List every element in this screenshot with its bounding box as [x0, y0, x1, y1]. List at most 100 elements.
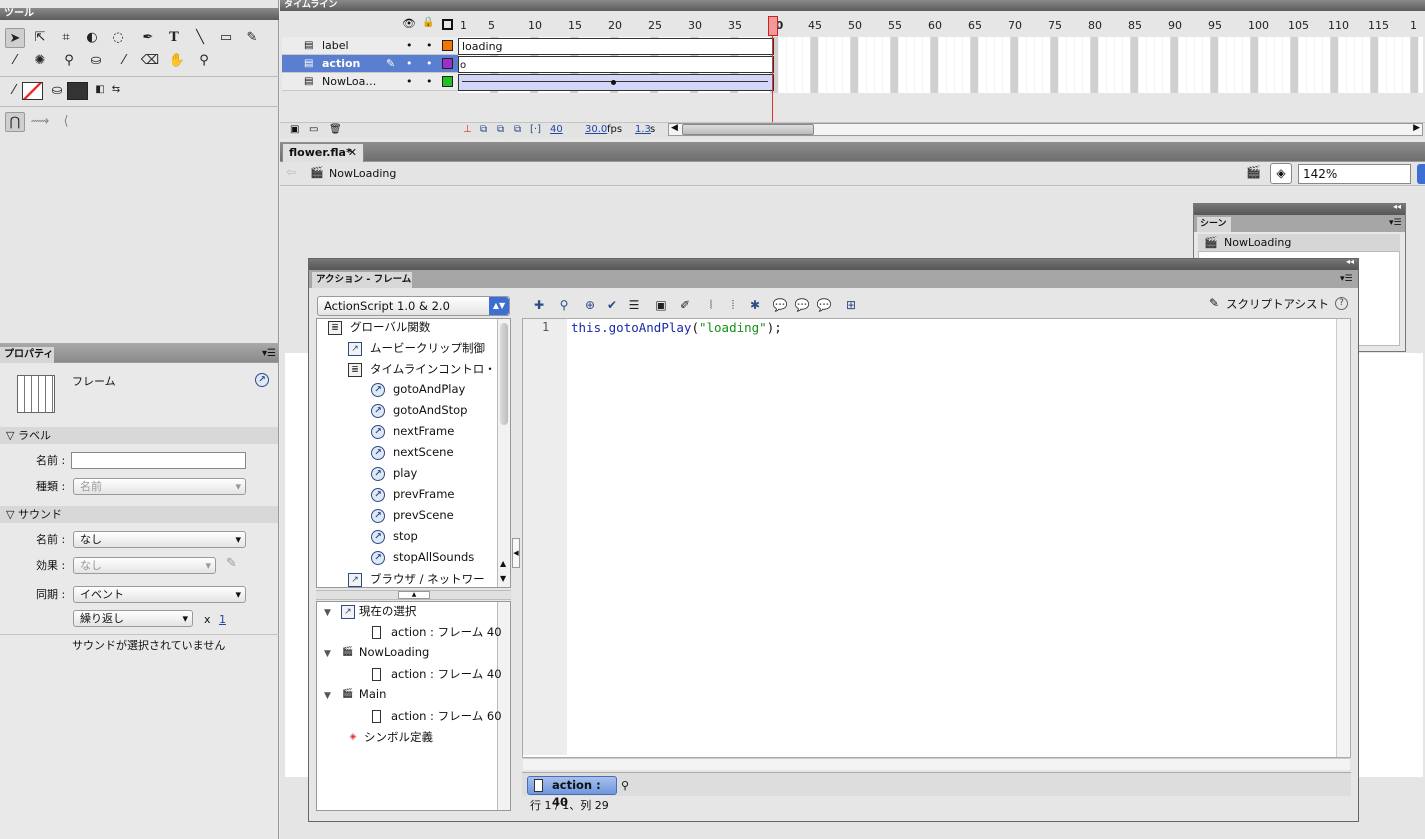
stroke-color-icon[interactable]: ⁄	[4, 81, 24, 101]
action-item[interactable]: ↗ nextFrame	[371, 424, 454, 439]
sound-section-header[interactable]: ▽ サウンド	[0, 506, 278, 523]
navigator-frame-item[interactable]: action : フレーム 40	[372, 666, 502, 682]
lock-dot[interactable]: •	[426, 55, 433, 73]
expand-triangle-icon[interactable]: ▼	[324, 608, 331, 618]
layer-row-action[interactable]: ▤ action ✎ • •	[282, 55, 458, 73]
layer-row-nowloading[interactable]: ▤ NowLoa… • •	[282, 73, 458, 91]
navigator-node[interactable]: ▼ ↗ 現在の選択	[324, 603, 416, 619]
help-icon[interactable]: ?	[1335, 297, 1348, 310]
navigator-node[interactable]: ▼ 🎬 NowLoading	[324, 645, 429, 660]
pin-script-icon[interactable]: ⚲	[621, 779, 629, 792]
fill-color-icon[interactable]: ⛀	[47, 81, 67, 101]
collapse-icon[interactable]: ◂◂	[1346, 257, 1354, 266]
splitter-grip-icon[interactable]: ▲	[398, 591, 430, 599]
layer-color-swatch[interactable]	[442, 40, 453, 51]
effect-select[interactable]: なし ▾	[73, 557, 216, 574]
navigator-frame-item[interactable]: action : フレーム 60	[372, 708, 502, 724]
apply-line-comment-icon[interactable]: 💬	[794, 297, 810, 313]
layer-color-swatch[interactable]	[442, 76, 453, 87]
action-item[interactable]: ↗ nextScene	[371, 445, 454, 460]
script-tab[interactable]: action : 40	[527, 776, 617, 809]
center-frame-icon[interactable]: ⊥	[463, 124, 472, 135]
script-assist-wand-icon[interactable]: ✎	[1209, 296, 1219, 310]
swap-colors-icon[interactable]: ⇆	[106, 80, 126, 100]
lock-dot[interactable]: •	[426, 37, 433, 55]
eraser-tool-icon[interactable]: ⌫	[140, 51, 160, 71]
elapsed-time[interactable]: 1.3	[635, 124, 651, 135]
action-item[interactable]: ↗ prevFrame	[371, 487, 455, 502]
scroll-down-icon[interactable]: ▼	[500, 574, 506, 583]
nowloading-layer-tween[interactable]	[458, 74, 774, 91]
label-layer-frames[interactable]	[458, 38, 774, 55]
properties-tab[interactable]: プロパティ	[0, 347, 54, 363]
toolbox-collapse-handle[interactable]: ◀	[512, 538, 520, 568]
paint-bucket-tool-icon[interactable]: ⛀	[86, 51, 106, 71]
snap-to-objects-icon[interactable]: ⋂	[5, 112, 25, 132]
scroll-thumb[interactable]	[682, 124, 814, 135]
pane-splitter[interactable]: ▲	[316, 590, 511, 600]
add-statement-icon[interactable]: ✚	[531, 297, 547, 313]
version-select[interactable]: ActionScript 1.0 & 2.0 ▲▼	[317, 296, 510, 316]
help-link-icon[interactable]: ↗	[255, 373, 269, 387]
smooth-icon[interactable]: ⟿	[30, 112, 50, 132]
toolbox-category[interactable]: ↗ ブラウザ / ネットワー	[348, 571, 485, 587]
toolbox-category[interactable]: ≣ タイムラインコントロ・	[348, 361, 496, 377]
repeat-count[interactable]: 1	[219, 611, 226, 628]
edit-multiple-icon[interactable]: ⧉	[514, 124, 521, 135]
playhead-marker[interactable]	[768, 16, 778, 36]
scroll-right-icon[interactable]: ▶	[1413, 123, 1420, 133]
action-item[interactable]: ↗ gotoAndStop	[371, 403, 467, 418]
repeat-select[interactable]: 繰り返し ▾	[73, 610, 193, 627]
edit-envelope-icon[interactable]: ✎	[226, 556, 237, 571]
panel-menu-icon[interactable]: ▾☰	[1340, 274, 1353, 284]
zoom-tool-icon[interactable]: ⚲	[194, 51, 214, 71]
new-folder-icon[interactable]: ▭	[309, 124, 318, 135]
scroll-left-icon[interactable]: ◀	[671, 123, 678, 133]
collapse-selection-icon[interactable]: ⦙	[725, 297, 741, 313]
show-code-hint-icon[interactable]: ▣	[653, 297, 669, 313]
navigator-node[interactable]: ▼ 🎬 Main	[324, 687, 386, 702]
action-item[interactable]: ↗ stop	[371, 529, 418, 544]
label-section-header[interactable]: ▽ ラベル	[0, 427, 278, 444]
action-layer-frames[interactable]	[458, 56, 774, 73]
navigator-node[interactable]: ◈ シンボル定義	[346, 729, 433, 745]
document-tab[interactable]: flower.fla* ✕	[282, 143, 364, 162]
stroke-color-swatch[interactable]	[22, 82, 43, 100]
collapse-icon[interactable]: ◂◂	[1393, 202, 1401, 211]
expand-triangle-icon[interactable]: ▼	[324, 691, 331, 701]
delete-layer-icon[interactable]: 🗑	[329, 124, 342, 135]
insert-target-path-icon[interactable]: ⊕	[582, 297, 598, 313]
toolbox-category[interactable]: ≣ グローバル関数	[328, 319, 430, 335]
bone-tool-icon[interactable]: ⚲	[59, 51, 79, 71]
frame-name-input[interactable]	[71, 452, 246, 469]
onion-skin-icon[interactable]: ⧉	[480, 124, 487, 135]
navigator-frame-item[interactable]: action : フレーム 40	[372, 624, 502, 640]
scroll-up-icon[interactable]: ▲	[500, 559, 506, 568]
frame-ruler[interactable]: 1510152025303540455055606570758085909510…	[0, 0, 1425, 36]
close-icon[interactable]: ✕	[348, 144, 357, 161]
action-item[interactable]: ↗ play	[371, 466, 417, 481]
debug-options-icon[interactable]: ✐	[677, 297, 693, 313]
eyedropper-tool-icon[interactable]: ⁄	[114, 51, 134, 71]
editor-hscrollbar[interactable]	[523, 758, 1350, 770]
layer-color-swatch[interactable]	[442, 58, 453, 69]
zoom-stepper[interactable]	[1417, 164, 1425, 184]
expand-triangle-icon[interactable]: ▼	[324, 649, 331, 659]
kind-select[interactable]: 名前 ▾	[73, 478, 246, 495]
scene-panel-titlebar[interactable]: ◂◂	[1194, 202, 1405, 215]
script-editor[interactable]	[522, 318, 1351, 758]
scene-tab[interactable]: シーン	[1197, 217, 1231, 232]
fps-value[interactable]: 30.0	[585, 124, 607, 135]
zoom-input[interactable]: 142%	[1298, 164, 1411, 184]
new-layer-icon[interactable]: ▣	[290, 124, 299, 135]
brush-tool-icon[interactable]: ⁄	[5, 51, 25, 71]
visibility-dot[interactable]: •	[406, 55, 413, 73]
onion-outline-icon[interactable]: ⧉	[497, 124, 504, 135]
show-hide-toolbox-icon[interactable]: ⊞	[843, 297, 859, 313]
visibility-dot[interactable]: •	[406, 37, 413, 55]
straighten-icon[interactable]: ⟨	[56, 112, 76, 132]
lock-dot[interactable]: •	[426, 73, 433, 91]
scene-item-nowloading[interactable]: 🎬 NowLoading	[1198, 234, 1400, 251]
sound-name-select[interactable]: なし ▾	[73, 531, 246, 548]
script-assist-label[interactable]: スクリプトアシスト	[1226, 296, 1329, 312]
